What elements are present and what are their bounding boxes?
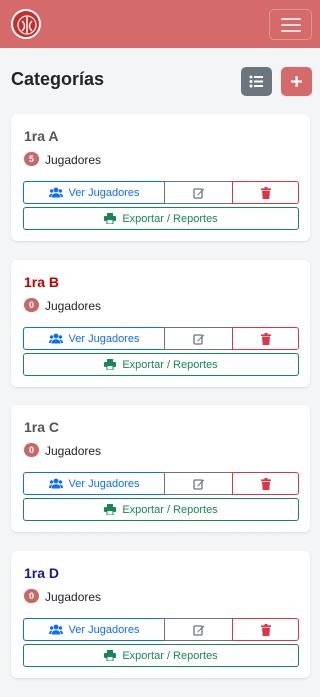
delete-button[interactable] [232, 327, 299, 350]
printer-icon [104, 213, 117, 224]
view-players-button[interactable]: Ver Jugadores [23, 327, 165, 350]
users-icon [48, 187, 63, 198]
player-count-badge: 0 [24, 443, 39, 457]
add-category-button[interactable] [281, 67, 312, 96]
category-card: 1ra D 0 Jugadores Ver Jugadores Exportar… [11, 551, 310, 678]
hamburger-menu-icon [281, 18, 301, 20]
list-icon [249, 75, 263, 88]
export-label: Exportar / Reportes [122, 649, 218, 662]
delete-button[interactable] [232, 181, 299, 204]
delete-button[interactable] [232, 618, 299, 641]
export-reports-button[interactable]: Exportar / Reportes [23, 353, 299, 376]
category-card: 1ra A 5 Jugadores Ver Jugadores Exportar… [11, 114, 310, 241]
trash-icon [260, 186, 271, 199]
edit-button[interactable] [164, 327, 233, 350]
delete-button[interactable] [232, 472, 299, 495]
team-logo-icon[interactable] [11, 9, 41, 39]
player-count-badge: 0 [24, 589, 39, 603]
edit-button[interactable] [164, 472, 233, 495]
page-title: Categorías [11, 69, 105, 89]
view-players-label: Ver Jugadores [68, 623, 140, 636]
category-card: 1ra C 0 Jugadores Ver Jugadores Exportar… [11, 405, 310, 532]
export-reports-button[interactable]: Exportar / Reportes [23, 644, 299, 667]
trash-icon [260, 332, 271, 345]
category-name: 1ra C [24, 419, 60, 435]
view-players-button[interactable]: Ver Jugadores [23, 618, 165, 641]
edit-icon [192, 624, 204, 636]
view-players-label: Ver Jugadores [68, 186, 140, 199]
plus-icon [291, 76, 302, 87]
export-label: Exportar / Reportes [122, 503, 218, 516]
category-name: 1ra A [24, 128, 59, 144]
top-navbar [0, 0, 320, 48]
edit-icon [192, 187, 204, 199]
edit-button[interactable] [164, 181, 233, 204]
players-label: Jugadores [45, 153, 102, 167]
list-view-button[interactable] [241, 67, 272, 96]
export-reports-button[interactable]: Exportar / Reportes [23, 207, 299, 230]
export-label: Exportar / Reportes [122, 358, 218, 371]
view-players-label: Ver Jugadores [68, 332, 140, 345]
edit-icon [192, 478, 204, 490]
players-label: Jugadores [45, 444, 102, 458]
users-icon [48, 333, 63, 344]
view-players-label: Ver Jugadores [68, 477, 140, 490]
category-name: 1ra D [24, 565, 60, 581]
printer-icon [104, 650, 117, 661]
users-icon [48, 624, 63, 635]
export-label: Exportar / Reportes [122, 212, 218, 225]
printer-icon [104, 359, 117, 370]
printer-icon [104, 504, 117, 515]
players-label: Jugadores [45, 299, 102, 313]
player-count-badge: 5 [24, 152, 39, 166]
export-reports-button[interactable]: Exportar / Reportes [23, 498, 299, 521]
trash-icon [260, 623, 271, 636]
users-icon [48, 478, 63, 489]
players-label: Jugadores [45, 590, 102, 604]
category-card: 1ra B 0 Jugadores Ver Jugadores Exportar… [11, 260, 310, 387]
trash-icon [260, 477, 271, 490]
edit-icon [192, 333, 204, 345]
player-count-badge: 0 [24, 298, 39, 312]
view-players-button[interactable]: Ver Jugadores [23, 181, 165, 204]
edit-button[interactable] [164, 618, 233, 641]
hamburger-menu-button[interactable] [269, 9, 312, 40]
category-name: 1ra B [24, 274, 60, 290]
view-players-button[interactable]: Ver Jugadores [23, 472, 165, 495]
